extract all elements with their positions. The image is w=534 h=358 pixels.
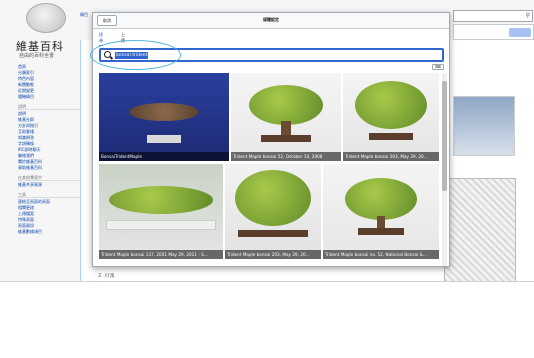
sidebar-section-tools: 工具 連結至頁面的頁面 相關更改 上傳檔案 特殊頁面 頁面資訊 維基數據項目 bbox=[18, 192, 80, 235]
result-caption: BonsaiTridentMaple bbox=[99, 152, 229, 161]
logo-subtitle: 自由的百科全書 bbox=[19, 53, 55, 59]
scrollbar-thumb[interactable] bbox=[442, 81, 447, 191]
language-icon[interactable]: ⌨ bbox=[432, 64, 444, 70]
article-image[interactable] bbox=[453, 96, 515, 156]
result-caption: Trident Maple bonsai 203, May 29, 20... bbox=[343, 152, 439, 161]
result-thumbnail[interactable]: Trident Maple bonsai 203, May 29, 20... bbox=[225, 164, 321, 259]
sidebar-link[interactable]: 隨機條目 bbox=[18, 94, 80, 100]
sidebar-heading: 工具 bbox=[18, 192, 80, 198]
results-scrollbar[interactable] bbox=[442, 73, 447, 266]
sidebar-heading: 說明 bbox=[18, 104, 80, 110]
tab-search[interactable]: 搜尋 bbox=[99, 32, 103, 46]
result-thumbnail[interactable]: Trident Maple bonsai no. 52, National Bo… bbox=[323, 164, 439, 259]
editor-toolbar bbox=[453, 24, 534, 40]
result-thumbnail[interactable]: Trident Maple bonsai 52, October 10, 200… bbox=[231, 73, 341, 161]
search-query[interactable]: bonsai trident bbox=[115, 52, 149, 59]
sidebar-section-projects: 在其他專案中 維基共享資源 bbox=[18, 175, 80, 188]
result-thumbnail[interactable]: Trident Maple bonsai 203, May 29, 20... bbox=[343, 73, 439, 161]
article-tab[interactable]: 條目 bbox=[80, 12, 88, 18]
tab-upload[interactable]: 上傳 bbox=[121, 32, 125, 45]
wiki-search-input[interactable]: ⚲ bbox=[453, 10, 533, 22]
sidebar: 首頁 分類索引 特色內容 新聞動態 近期變更 隨機條目 說明 說明 維基社群 方… bbox=[18, 64, 80, 239]
publish-button[interactable] bbox=[509, 28, 531, 37]
page: 維基百科 自由的百科全書 首頁 分類索引 特色內容 新聞動態 近期變更 隨機條目… bbox=[0, 0, 534, 358]
section-heading: 2. 川派 bbox=[98, 273, 115, 279]
sidebar-section-help: 說明 說明 維基社群 方針與指引 互助客棧 知識問答 字詞轉換 IRC即時聊天 … bbox=[18, 104, 80, 171]
result-thumbnail[interactable]: BonsaiTridentMaple bbox=[99, 73, 229, 161]
search-icon bbox=[104, 51, 111, 58]
sidebar-link[interactable]: 資助維基百科 bbox=[18, 165, 80, 171]
wikipedia-logo[interactable] bbox=[26, 3, 66, 33]
result-caption: Trident Maple bonsai 137, 2001 May 29, 2… bbox=[99, 250, 223, 259]
sidebar-link[interactable]: 維基數據項目 bbox=[18, 229, 80, 235]
dialog-header: 取消 媒體設定 bbox=[93, 13, 449, 29]
result-caption: Trident Maple bonsai no. 52, National Bo… bbox=[323, 250, 439, 259]
dialog-title: 媒體設定 bbox=[263, 17, 279, 22]
sidebar-section-navigation: 首頁 分類索引 特色內容 新聞動態 近期變更 隨機條目 bbox=[18, 64, 80, 100]
article-image[interactable] bbox=[444, 178, 516, 281]
search-results: BonsaiTridentMaple Trident Maple bonsai … bbox=[93, 73, 449, 266]
media-settings-dialog: 取消 媒體設定 搜尋 上傳 bonsai trident ⌨ BonsaiTri… bbox=[92, 12, 450, 267]
search-icon: ⚲ bbox=[525, 12, 530, 19]
result-caption: Trident Maple bonsai 203, May 29, 20... bbox=[225, 250, 321, 259]
media-search-input[interactable]: bonsai trident bbox=[99, 48, 444, 62]
sidebar-heading: 在其他專案中 bbox=[18, 175, 80, 181]
sidebar-link[interactable]: 維基共享資源 bbox=[18, 182, 80, 188]
result-thumbnail[interactable]: Trident Maple bonsai 137, 2001 May 29, 2… bbox=[99, 164, 223, 259]
result-caption: Trident Maple bonsai 52, October 10, 200… bbox=[231, 152, 341, 161]
